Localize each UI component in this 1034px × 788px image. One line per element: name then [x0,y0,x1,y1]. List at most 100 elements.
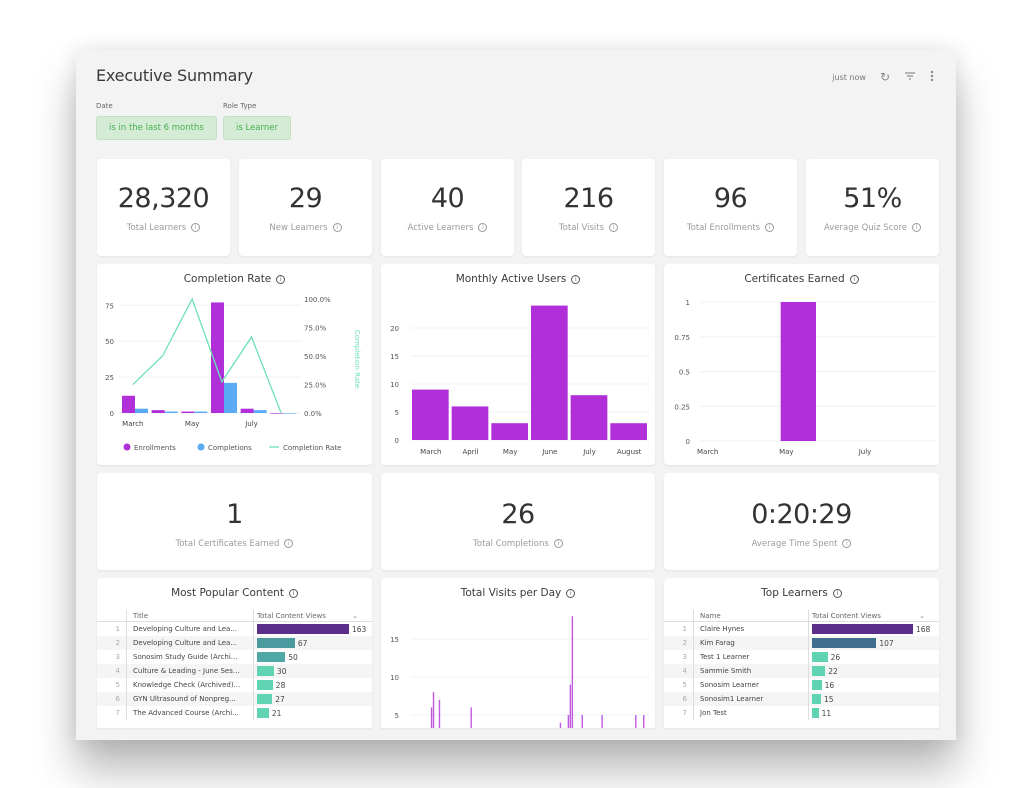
chart-title: Top Learners [761,587,828,599]
completions-bar [135,408,148,413]
chart-title: Total Visits per Day [460,587,562,599]
row-rank: 2 [664,636,694,650]
row-value: 27 [275,694,285,704]
more-vertical-icon[interactable] [930,70,934,84]
top-learners-card: Top Learners i Name Total Content Views ⌄ … [664,578,939,728]
info-icon[interactable]: i [478,223,488,232]
table-row[interactable]: 7 Jon Test 11 [664,706,939,720]
completions-bar [283,413,297,414]
filter-role-chip[interactable]: is Learner [223,116,291,140]
table-row[interactable]: 5 Sonosim Learner 16 [664,678,939,692]
y-tick-label: 15 [390,636,399,644]
kpi-new-learners[interactable]: 29 New Learners i [239,159,372,256]
content-table: Title Total Content Views ⌄ 1 Developing C… [97,610,372,720]
y-tick-label: 10 [390,381,399,389]
kpi-value: 0:20:29 [751,499,852,530]
info-icon[interactable]: i [332,223,342,232]
x-tick-label: March [697,448,718,456]
completion-rate-line [132,297,282,414]
kpi-value: 40 [430,183,465,214]
row-name: Culture & Leading - June Ses... [127,664,254,678]
table-row[interactable]: 3 Test 1 Learner 26 [664,650,939,664]
y-tick-label: 50 [105,338,114,346]
y2-tick-label: 75.0% [304,325,327,333]
column-header-name[interactable]: Name [694,610,809,621]
most-popular-content-card: Most Popular Content i Title Total Conten… [97,578,372,728]
table-row[interactable]: 7 The Advanced Course (Archi... 21 [97,706,372,720]
legend-enrollments-marker [123,443,131,451]
table-row[interactable]: 5 Knowledge Check (Archived)... 28 [97,678,372,692]
table-row[interactable]: 6 Sonosim1 Learner 15 [664,692,939,706]
info-icon[interactable]: i [553,539,563,548]
enrollments-bar [151,410,165,413]
sort-chevron-icon[interactable]: ⌄ [352,612,358,620]
kpi-active-learners[interactable]: 40 Active Learners i [381,159,514,256]
monthly-active-users-card: Monthly Active Users i 0 5 10 15 20 March April… [381,264,655,465]
info-icon[interactable]: i [912,223,922,232]
kpi-average-quiz-score[interactable]: 51% Average Quiz Score i [806,159,939,256]
filter-date: Date is in the last 6 months [96,102,217,140]
y-tick-label: 20 [390,325,399,333]
kpi-total-completions[interactable]: 26 Total Completions i [381,473,655,570]
row-name: The Advanced Course (Archi... [127,706,254,720]
kpi-average-time-spent[interactable]: 0:20:29 Average Time Spent i [664,473,939,570]
table-row[interactable]: 3 Sonosim Study Guide (Archi... 50 [97,650,372,664]
column-header-views[interactable]: Total Content Views [257,612,326,620]
table-row[interactable]: 1 Claire Hynes 168 [664,622,939,636]
info-icon[interactable]: i [566,588,576,598]
table-row[interactable]: 2 Developing Culture and Lea... 67 [97,636,372,650]
learners-table: Name Total Content Views ⌄ 1 Claire Hynes 1… [664,610,939,720]
table-row[interactable]: 6 GYN Ultrasound of Nonpreg... 27 [97,692,372,706]
value-bar [812,638,877,648]
info-icon[interactable]: i [609,223,619,232]
info-icon[interactable]: i [288,588,298,598]
table-row[interactable]: 4 Sammie Smith 22 [664,664,939,678]
mau-bar [491,423,528,440]
table-header: Name Total Content Views ⌄ [664,610,939,622]
value-bar [257,680,273,690]
kpi-value: 28,320 [117,183,210,214]
kpi-label: Total Enrollments [686,223,761,233]
info-icon[interactable]: i [849,274,859,284]
x-tick-label: March [420,448,441,456]
completion-rate-card: Completion Rate i 0 25 50 75 0.0% 25.0% 50.0% 75… [97,264,372,465]
sort-chevron-icon[interactable]: ⌄ [919,612,925,620]
x-tick-label: July [858,448,872,456]
info-icon[interactable]: i [832,588,842,598]
table-row[interactable]: 4 Culture & Leading - June Ses... 30 [97,664,372,678]
table-row[interactable]: 2 Kim Farag 107 [664,636,939,650]
table-row[interactable]: 1 Developing Culture and Lea... 163 [97,622,372,636]
enrollments-bar [240,408,254,413]
row-rank: 5 [97,678,127,692]
info-icon[interactable]: i [571,274,581,284]
row-rank: 1 [97,622,127,636]
page-title: Executive Summary [96,66,253,85]
visits-bar [559,722,562,728]
kpi-label: Active Learners [407,223,474,233]
enrollments-bar [181,411,195,413]
info-icon[interactable]: i [191,223,201,232]
visits-bar [601,715,603,728]
refresh-icon[interactable]: ↻ [880,71,890,83]
row-rank: 4 [664,664,694,678]
info-icon[interactable]: i [842,539,852,548]
row-value: 30 [276,666,287,676]
kpi-total-enrollments[interactable]: 96 Total Enrollments i [664,159,797,256]
kpi-total-learners[interactable]: 28,320 Total Learners i [97,159,230,256]
kpi-label: Total Completions [473,539,549,549]
kpi-total-visits[interactable]: 216 Total Visits i [522,159,655,256]
column-header-title[interactable]: Title [127,610,254,621]
certificates-earned-chart: 0 0.25 0.5 0.75 1 March May July [674,299,936,456]
kpi-total-certificates[interactable]: 1 Total Certificates Earned i [97,473,372,570]
column-header-views[interactable]: Total Content Views [812,612,881,620]
chart-title: Monthly Active Users [455,273,567,285]
mau-bar [451,406,489,440]
row-name: Claire Hynes [694,622,809,636]
filter-icon[interactable] [904,71,916,83]
row-rank: 2 [97,636,127,650]
monthly-active-users-chart: 0 5 10 15 20 March April May June July August [390,305,649,456]
filter-date-chip[interactable]: is in the last 6 months [96,116,217,140]
info-icon[interactable]: i [276,274,286,284]
info-icon[interactable]: i [284,539,294,548]
info-icon[interactable]: i [765,223,775,232]
